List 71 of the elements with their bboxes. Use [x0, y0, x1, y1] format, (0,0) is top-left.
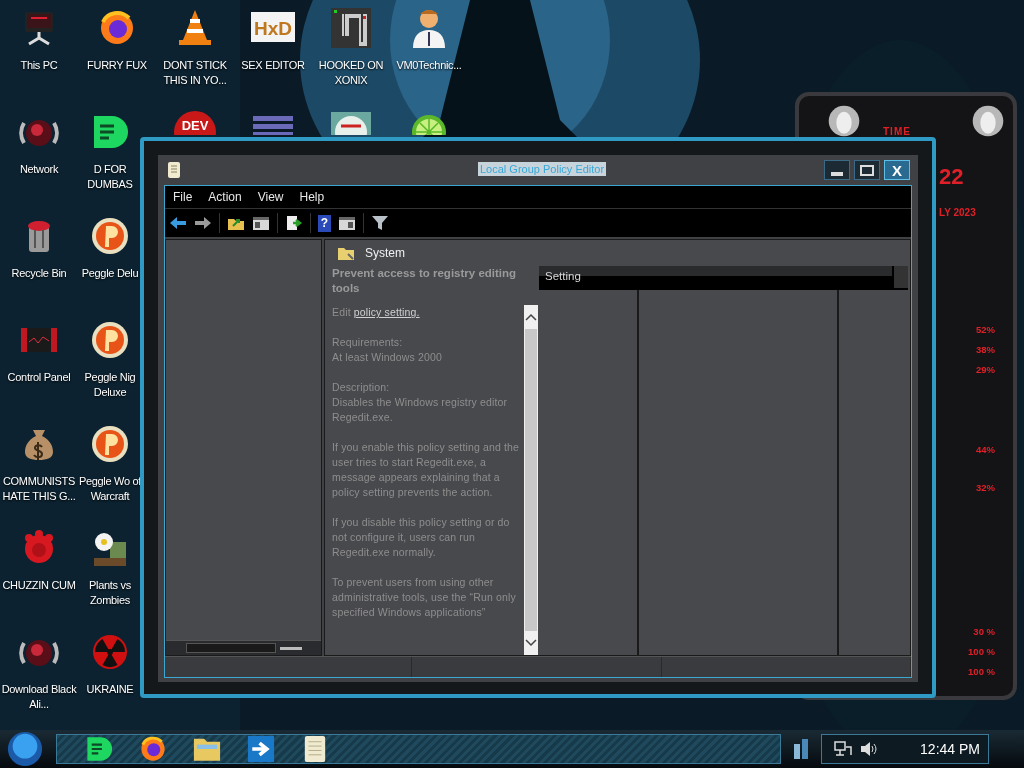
section-heading: Description:	[332, 380, 391, 395]
close-button[interactable]: X	[884, 160, 910, 180]
logo-text: HxD	[254, 18, 292, 39]
network-icon[interactable]	[834, 741, 852, 757]
desktop-icon-label[interactable]: Plants vs Zombies	[78, 578, 142, 608]
filter-icon[interactable]	[371, 215, 389, 231]
gadget-date: 22	[939, 164, 964, 190]
alien-head-icon	[971, 104, 1005, 138]
folder-icon	[337, 245, 355, 261]
alien-head-icon	[827, 104, 861, 138]
pane-icon[interactable]	[252, 215, 270, 231]
scroll-icon	[166, 161, 182, 179]
gadget-reading: 44%	[976, 444, 995, 456]
minimize-button[interactable]	[824, 160, 850, 180]
desktop-icon-label[interactable]: Download Black Ali...	[0, 682, 78, 712]
desktop-icon-label[interactable]: Control Panel	[7, 370, 71, 385]
gadget-title: TIME	[883, 126, 911, 137]
gadget-reading: 30 %	[973, 626, 995, 638]
section-heading: Requirements:	[332, 335, 404, 350]
gadget-reading: 100 %	[968, 666, 995, 678]
back-arrow-icon[interactable]	[169, 215, 187, 231]
help-icon[interactable]: ?	[318, 214, 331, 232]
desktop-icon-label[interactable]: Peggle Nig Deluxe	[78, 370, 142, 400]
desktop-icon-label[interactable]: Recycle Bin	[11, 266, 67, 281]
gadget-month: LY 2023	[939, 207, 976, 218]
window-title: Local Group Policy Editor	[478, 162, 607, 176]
maximize-button[interactable]	[854, 160, 880, 180]
forward-arrow-icon[interactable]	[194, 215, 212, 231]
desktop-icon-label[interactable]: D FOR DUMBAS	[78, 162, 142, 192]
desktop-icon-label[interactable]: FURRY FUX	[87, 58, 147, 73]
desktop-icon-label[interactable]: UKRAINE	[86, 682, 134, 697]
desktop-icon-label[interactable]: VM0Technic...	[396, 58, 462, 73]
desktop-icon-label[interactable]: COMMUNISTS HATE THIS G...	[0, 474, 78, 504]
edit-sentence: Edit policy setting.	[332, 305, 421, 320]
start-orb-icon[interactable]	[6, 730, 44, 768]
menu-item[interactable]: View	[257, 190, 284, 204]
arrow-box-icon[interactable]	[245, 733, 277, 765]
gadget-reading: 32%	[976, 482, 995, 494]
policy-setting-link[interactable]: policy setting.	[353, 306, 420, 318]
description-text: Disables the Windows registry editor Regedit.exe.	[332, 395, 509, 425]
description-text: If you enable this policy setting and the user tries to start Regedit.exe, a message appears explaining that a policy setting prevents the action.	[332, 440, 520, 500]
node-title: System	[365, 246, 405, 260]
policy-title: Prevent access to registry editing tools	[332, 266, 518, 296]
desktop-icon-label[interactable]: This PC	[20, 58, 58, 73]
gadget-reading: 52%	[976, 324, 995, 336]
description-text: To prevent users from using other administrative tools, use the “Run only specified Windows applications”	[332, 575, 517, 620]
gadget-reading: 29%	[976, 364, 995, 376]
desktop-icon-label[interactable]: Network	[19, 162, 59, 177]
menu-item[interactable]: Help	[299, 190, 325, 204]
vertical-scrollbar[interactable]	[524, 305, 538, 655]
scroll-down-icon[interactable]	[525, 639, 537, 647]
logo-text: DEV	[181, 118, 209, 133]
maze-icon[interactable]	[329, 6, 373, 50]
gadget-reading: 100 %	[968, 646, 995, 658]
desktop-icon-label[interactable]: DONT STICK THIS IN YO...	[156, 58, 234, 88]
menu-item[interactable]: Action	[208, 190, 242, 204]
pane-icon[interactable]	[338, 215, 356, 231]
header-corner-block	[892, 266, 908, 288]
gadget-reading: 38%	[976, 344, 995, 356]
menu-item[interactable]: File	[173, 190, 193, 204]
description-text: At least Windows 2000	[332, 350, 443, 365]
description-text: If you disable this policy setting or do not configure it, users can run Regedit.exe normally.	[332, 515, 511, 560]
desktop-icon-label[interactable]: Peggle Delu	[81, 266, 139, 281]
export-icon[interactable]	[285, 215, 303, 231]
desktop-icon-label[interactable]: CHUZZIN CUM	[2, 578, 76, 593]
volume-icon[interactable]	[860, 741, 878, 757]
horizontal-scrollbar[interactable]	[166, 640, 321, 655]
clock[interactable]: 12:44 PM	[920, 741, 980, 757]
desktop-icon-label[interactable]: HOOKED ON XONIX	[312, 58, 390, 88]
scroll-up-icon[interactable]	[525, 313, 537, 321]
desktop-icon-label[interactable]: SEX EDITOR	[241, 58, 305, 73]
